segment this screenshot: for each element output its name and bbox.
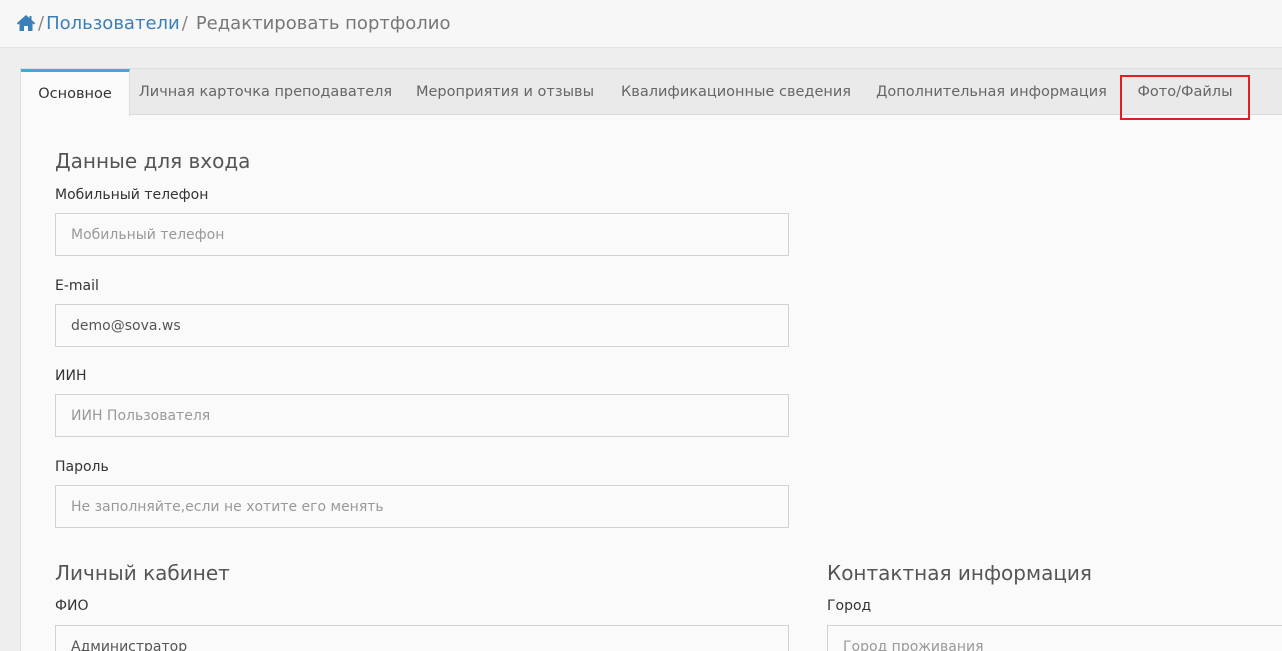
edit-portfolio-panel: Основное Личная карточка преподавателя М…	[20, 68, 1282, 651]
fio-input[interactable]	[55, 625, 789, 651]
breadcrumb-current-page: Редактировать портфолио	[195, 12, 451, 34]
breadcrumb: / Пользователи / Редактировать портфолио	[16, 12, 450, 34]
city-input[interactable]	[827, 625, 1282, 651]
breadcrumb-separator: /	[38, 12, 45, 34]
tab-qualification[interactable]: Квалификационные сведения	[609, 69, 863, 115]
phone-label: Мобильный телефон	[55, 187, 209, 203]
email-label: E-mail	[55, 278, 99, 294]
tab-events-reviews[interactable]: Мероприятия и отзывы	[401, 69, 609, 115]
page: / Пользователи / Редактировать портфолио…	[0, 0, 1282, 651]
iin-input[interactable]	[55, 394, 789, 437]
iin-label: ИИН	[55, 368, 87, 384]
tab-bar: Основное Личная карточка преподавателя М…	[21, 69, 1282, 116]
contact-section-title: Контактная информация	[827, 561, 1092, 585]
login-section-title: Данные для входа	[55, 149, 251, 173]
password-label: Пароль	[55, 459, 109, 475]
tab-additional-info[interactable]: Дополнительная информация	[863, 69, 1120, 115]
email-input[interactable]	[55, 304, 789, 347]
breadcrumb-bar: / Пользователи / Редактировать портфолио	[0, 0, 1282, 48]
tab-teacher-card[interactable]: Личная карточка преподавателя	[130, 69, 401, 115]
password-input[interactable]	[55, 485, 789, 528]
breadcrumb-users-link[interactable]: Пользователи	[46, 13, 180, 34]
fio-label: ФИО	[55, 598, 89, 614]
city-label: Город	[827, 598, 872, 614]
home-icon[interactable]	[16, 14, 36, 32]
cabinet-section-title: Личный кабинет	[55, 561, 230, 585]
phone-input[interactable]	[55, 213, 789, 256]
tab-main[interactable]: Основное	[21, 69, 130, 116]
tab-photo-files[interactable]: Фото/Файлы	[1120, 69, 1250, 115]
breadcrumb-separator: /	[181, 12, 188, 34]
